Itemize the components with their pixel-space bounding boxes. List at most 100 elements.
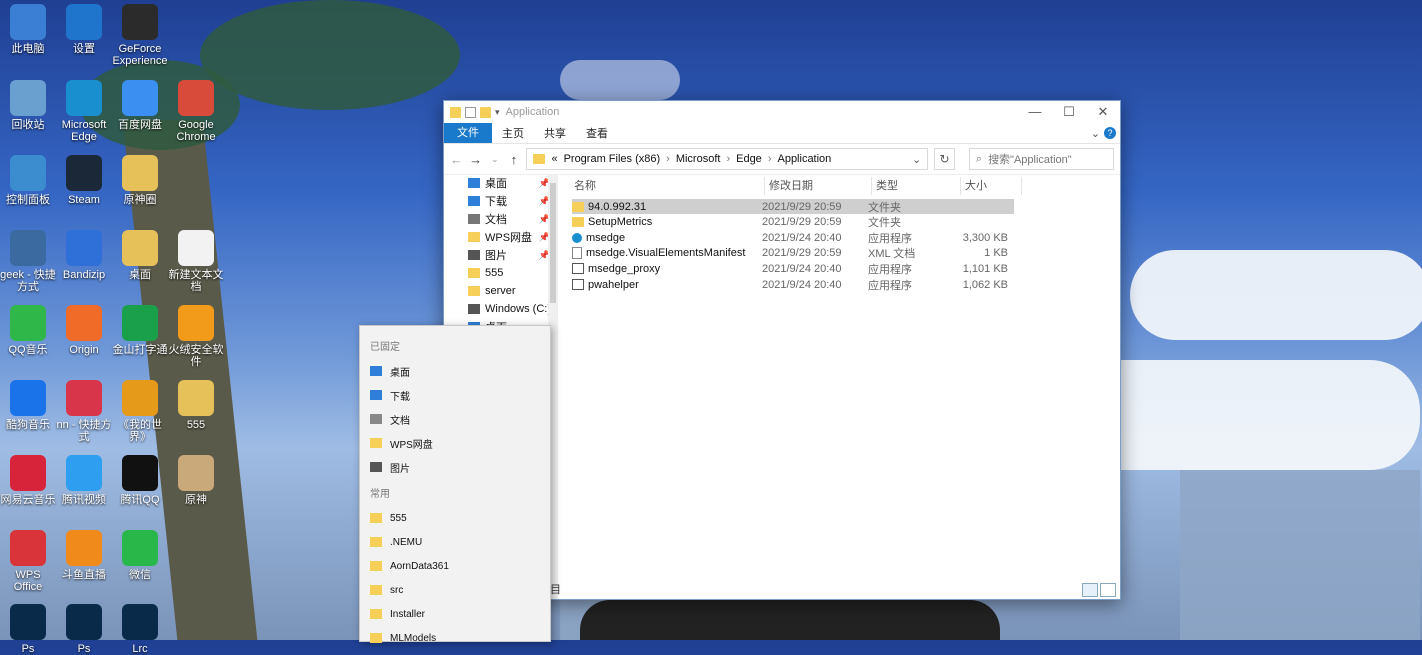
popup-frequent-item[interactable]: .NEMU bbox=[360, 530, 550, 554]
refresh-button[interactable]: ↻ bbox=[934, 148, 955, 170]
desktop-icon[interactable]: 腾讯视频 bbox=[56, 455, 112, 506]
file-row[interactable]: 94.0.992.31 2021/9/29 20:59 文件夹 bbox=[572, 199, 1014, 214]
character-figure bbox=[580, 600, 1000, 640]
status-bar: 目 bbox=[550, 584, 561, 596]
desktop-icon-label: 控制面板 bbox=[6, 194, 50, 206]
up-arrow-icon[interactable]: ↑ bbox=[507, 152, 520, 167]
close-button[interactable]: ✕ bbox=[1086, 104, 1120, 120]
tab-home[interactable]: 主页 bbox=[492, 125, 534, 141]
breadcrumb-item[interactable]: Microsoft bbox=[676, 153, 721, 165]
desktop-icon[interactable]: 原神 bbox=[168, 455, 224, 506]
desktop-icon[interactable]: geek - 快捷方式 bbox=[0, 230, 56, 293]
desktop-icon[interactable]: 回收站 bbox=[0, 80, 56, 131]
desktop-icon[interactable]: 网易云音乐 bbox=[0, 455, 56, 506]
desktop-icon[interactable]: Origin bbox=[56, 305, 112, 356]
desktop-icon[interactable]: Microsoft Edge bbox=[56, 80, 112, 143]
desktop-icon[interactable]: 《我的世界》 bbox=[112, 380, 168, 443]
desktop-icon[interactable]: 原神圈 bbox=[112, 155, 168, 206]
chevron-right-icon[interactable]: › bbox=[666, 153, 670, 165]
desktop-icon[interactable]: 微信 bbox=[112, 530, 168, 581]
customize-toolbar-icon[interactable]: ▾ bbox=[495, 107, 500, 118]
desktop-icon[interactable]: QQ音乐 bbox=[0, 305, 56, 356]
expand-ribbon-icon[interactable]: ⌄ bbox=[1091, 127, 1104, 140]
new-folder-icon[interactable] bbox=[480, 106, 491, 118]
desktop-icon[interactable]: GeForce Experience bbox=[112, 4, 168, 67]
chevron-right-icon[interactable]: › bbox=[726, 153, 730, 165]
popup-frequent-item[interactable]: Installer bbox=[360, 602, 550, 626]
nav-item[interactable]: 文档 📌 bbox=[444, 210, 556, 228]
tab-view[interactable]: 查看 bbox=[576, 125, 618, 141]
popup-frequent-item[interactable]: 555 bbox=[360, 506, 550, 530]
desktop-icon-label: 斗鱼直播 bbox=[62, 569, 106, 581]
nav-item[interactable]: Windows (C:) bbox=[444, 300, 556, 318]
breadcrumb-item[interactable]: Program Files (x86) bbox=[564, 153, 661, 165]
file-row[interactable]: msedge 2021/9/24 20:40 应用程序 3,300 KB bbox=[572, 230, 1008, 245]
minimize-button[interactable]: — bbox=[1018, 104, 1052, 120]
search-box[interactable]: ⌕ 搜索"Application" bbox=[968, 148, 1114, 170]
desktop-icon[interactable]: Ps bbox=[0, 604, 56, 655]
title-bar[interactable]: ▾ Application — ☐ ✕ bbox=[444, 101, 1120, 123]
popup-frequent-item[interactable]: src bbox=[360, 578, 550, 602]
properties-icon[interactable] bbox=[465, 106, 476, 118]
tab-share[interactable]: 共享 bbox=[534, 125, 576, 141]
desktop-icon[interactable]: 设置 bbox=[56, 4, 112, 55]
search-icon: ⌕ bbox=[975, 152, 983, 165]
tab-file[interactable]: 文件 bbox=[444, 123, 492, 143]
maximize-button[interactable]: ☐ bbox=[1052, 104, 1086, 120]
app-icon bbox=[66, 155, 102, 191]
file-row[interactable]: msedge_proxy 2021/9/24 20:40 应用程序 1,101 KB bbox=[572, 261, 1008, 276]
large-icons-view-button[interactable] bbox=[1100, 583, 1116, 597]
desktop-icon[interactable]: 555 bbox=[168, 380, 224, 431]
popup-frequent-item[interactable]: AornData361 bbox=[360, 554, 550, 578]
back-arrow-icon[interactable]: ← bbox=[450, 152, 463, 167]
desktop-icon[interactable]: Bandizip bbox=[56, 230, 112, 281]
popup-pinned-item[interactable]: WPS网盘 bbox=[360, 431, 550, 455]
desktop-icon[interactable]: Ps bbox=[56, 604, 112, 655]
details-view-button[interactable] bbox=[1082, 583, 1098, 597]
desktop-icon[interactable]: 此电脑 bbox=[0, 4, 56, 55]
column-type[interactable]: 类型 bbox=[872, 177, 961, 195]
popup-frequent-item[interactable]: MLModels bbox=[360, 626, 550, 650]
recent-locations-icon[interactable]: ⌄ bbox=[488, 154, 501, 165]
help-icon[interactable]: ? bbox=[1104, 127, 1116, 139]
desktop-icon[interactable]: Lrc bbox=[112, 604, 168, 655]
popup-pinned-item[interactable]: 文档 bbox=[360, 407, 550, 431]
column-date[interactable]: 修改日期 bbox=[765, 177, 872, 195]
nav-item[interactable]: server bbox=[444, 282, 556, 300]
desktop-icon[interactable]: Google Chrome bbox=[168, 80, 224, 143]
desktop-icon[interactable]: 腾讯QQ bbox=[112, 455, 168, 506]
nav-item[interactable]: 图片 📌 bbox=[444, 246, 556, 264]
desktop-icon[interactable]: nn - 快捷方式 bbox=[56, 380, 112, 443]
desktop-icon[interactable]: Steam bbox=[56, 155, 112, 206]
file-row[interactable]: pwahelper 2021/9/24 20:40 应用程序 1,062 KB bbox=[572, 277, 1008, 292]
column-size[interactable]: 大小 bbox=[961, 177, 1022, 195]
desktop-icon[interactable]: WPS Office bbox=[0, 530, 56, 593]
breadcrumb-item[interactable]: Application bbox=[777, 153, 831, 165]
desktop-icon[interactable]: 新建文本文档 bbox=[168, 230, 224, 293]
desktop-icon[interactable]: 酷狗音乐 bbox=[0, 380, 56, 431]
nav-item[interactable]: 下载 📌 bbox=[444, 192, 556, 210]
breadcrumb-overflow[interactable]: « bbox=[551, 153, 557, 165]
scrollbar-thumb[interactable] bbox=[550, 183, 556, 303]
popup-pinned-item[interactable]: 桌面 bbox=[360, 359, 550, 383]
desktop-icon[interactable]: 金山打字通 bbox=[112, 305, 168, 356]
nav-item[interactable]: 桌面 📌 bbox=[444, 174, 556, 192]
breadcrumb-item[interactable]: Edge bbox=[736, 153, 762, 165]
popup-pinned-item[interactable]: 图片 bbox=[360, 455, 550, 479]
file-row[interactable]: msedge.VisualElementsManifest 2021/9/29 2… bbox=[572, 246, 1008, 261]
desktop-icon[interactable]: 火绒安全软件 bbox=[168, 305, 224, 368]
file-row[interactable]: SetupMetrics 2021/9/29 20:59 文件夹 bbox=[572, 215, 1008, 230]
nav-item[interactable]: WPS网盘 📌 bbox=[444, 228, 556, 246]
folder-icon bbox=[533, 154, 546, 164]
address-bar[interactable]: « Program Files (x86) › Microsoft › Edge… bbox=[526, 148, 929, 170]
desktop-icon[interactable]: 斗鱼直播 bbox=[56, 530, 112, 581]
column-name[interactable]: 名称 bbox=[570, 177, 765, 195]
nav-item[interactable]: 555 bbox=[444, 264, 556, 282]
popup-pinned-item[interactable]: 下载 bbox=[360, 383, 550, 407]
chevron-right-icon[interactable]: › bbox=[768, 153, 772, 165]
forward-arrow-icon[interactable]: → bbox=[469, 152, 482, 167]
address-dropdown-icon[interactable]: ⌄ bbox=[912, 153, 921, 166]
desktop-icon[interactable]: 桌面 bbox=[112, 230, 168, 281]
desktop-icon[interactable]: 百度网盘 bbox=[112, 80, 168, 131]
desktop-icon[interactable]: 控制面板 bbox=[0, 155, 56, 206]
